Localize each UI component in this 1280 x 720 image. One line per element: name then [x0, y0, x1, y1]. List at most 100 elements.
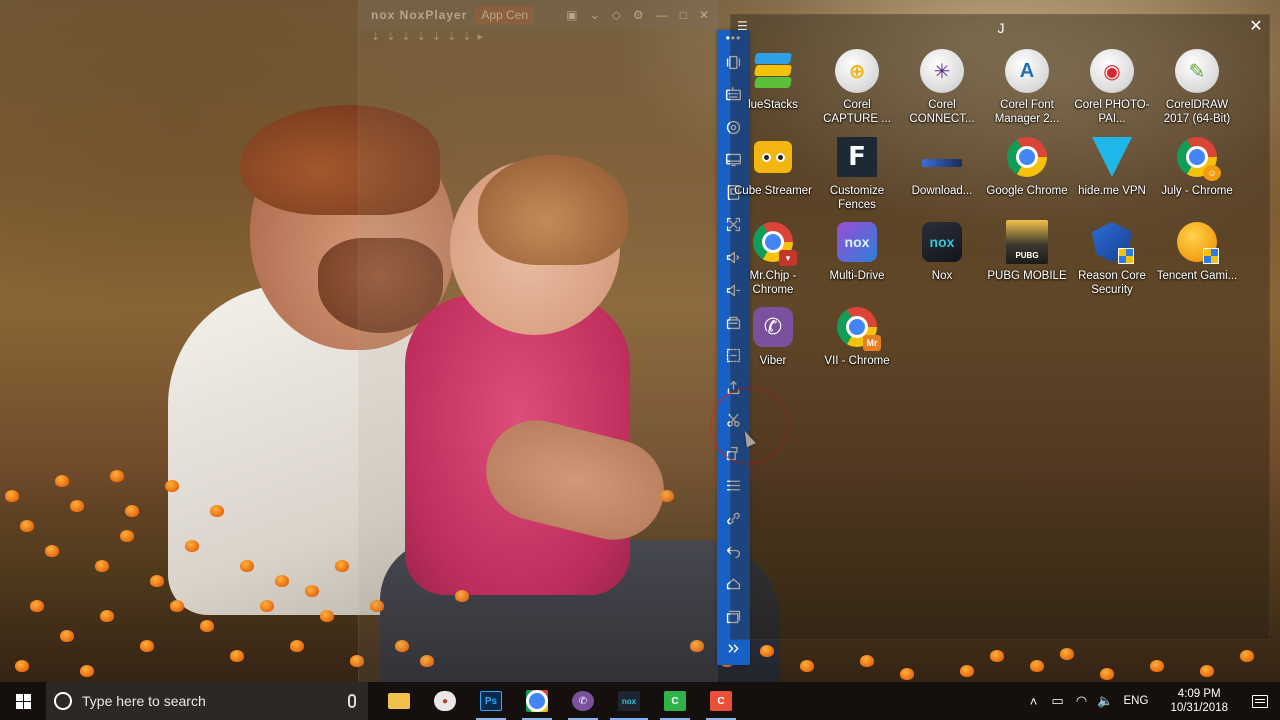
desktop-shortcut[interactable]: Cube Streamer [731, 135, 815, 198]
poppy-flower [110, 470, 124, 482]
chrome-taskbar-icon [526, 690, 548, 712]
poppy-flower [335, 560, 349, 572]
taskbar-camtasia-editor[interactable]: C [698, 682, 744, 720]
noxplayer-ctrl-1[interactable]: ⌄ [590, 8, 600, 22]
desktop-shortcut[interactable]: ✎ CorelDRAW 2017 (64-Bit) [1155, 49, 1239, 126]
poppy-flower [1100, 668, 1114, 680]
taskbar-file-explorer[interactable] [376, 682, 422, 720]
noxplayer-ctrl-3[interactable]: ⚙ [633, 8, 644, 22]
nox-icon: nox [920, 220, 964, 264]
action-center-button[interactable] [1240, 682, 1280, 720]
shortcut-label: Tencent Gami... [1156, 270, 1238, 282]
noxplayer-minimize[interactable]: — [656, 8, 668, 22]
shortcut-label: Customize Fences [829, 185, 885, 211]
volume-icon[interactable]: 🔈 [1094, 682, 1118, 720]
poppy-flower [200, 620, 214, 632]
desktop-shortcut[interactable]: Download... [900, 135, 984, 198]
taskbar-search-box[interactable]: Type here to search [46, 682, 368, 720]
desktop-shortcut[interactable]: hide.me VPN [1070, 135, 1154, 198]
fences-glyph: F [837, 137, 877, 177]
poppy-flower [230, 650, 244, 662]
taskbar-camtasia-recorder[interactable]: C [652, 682, 698, 720]
taskbar-chrome[interactable] [514, 682, 560, 720]
viber-icon: ✆ [751, 305, 795, 349]
corel-connect-icon: ✳ [920, 49, 964, 93]
mr-badge: Mr [863, 335, 881, 351]
language-indicator[interactable]: ENG [1118, 695, 1159, 707]
desktop-shortcut[interactable]: Google Chrome [985, 135, 1069, 198]
chrome-profile-icon: Mr [835, 305, 881, 351]
desktop-shortcut[interactable]: Tencent Gami... [1155, 220, 1239, 283]
clock[interactable]: 4:09 PM 10/31/2018 [1158, 687, 1240, 715]
notification-icon [1252, 694, 1268, 708]
folder-titlebar[interactable]: ☰ J ✕ [731, 15, 1271, 41]
taskbar-photoshop[interactable]: Ps [468, 682, 514, 720]
poppy-flower [60, 630, 74, 642]
poppy-flower [30, 600, 44, 612]
corel-photo-paint-icon: ◉ [1090, 49, 1134, 93]
noxplayer-ctrl-2[interactable]: ◇ [612, 8, 621, 22]
poppy-flower [55, 475, 69, 487]
windows-logo-icon [15, 693, 31, 709]
noxplayer-window-ghost: nox NoxPlayer App Cen ▣ ⌄ ◇ ⚙ — □ ✕ ⇣⇣⇣⇣… [358, 0, 719, 682]
shortcut-label: Corel CONNECT... [909, 99, 975, 125]
desktop-shortcut[interactable]: Mr VII - Chrome [815, 305, 899, 368]
taskbar-cloud-app[interactable]: ● [422, 682, 468, 720]
shortcut-label: lueStacks [748, 99, 798, 111]
desktop-shortcut[interactable]: ✆ Viber [731, 305, 815, 368]
desktop-shortcut[interactable]: lueStacks [731, 49, 815, 112]
noxplayer-close[interactable]: ✕ [699, 8, 709, 22]
desktop-shortcut[interactable]: PUBG PUBG MOBILE [985, 220, 1069, 283]
poppy-flower [305, 585, 319, 597]
taskbar-viber[interactable]: ✆ [560, 682, 606, 720]
noxplayer-maximize[interactable]: □ [680, 8, 687, 22]
taskbar-nox[interactable]: nox [606, 682, 652, 720]
desktop-shortcut[interactable]: nox Multi-Drive [815, 220, 899, 283]
wifi-icon[interactable]: ◠ [1070, 682, 1094, 720]
shortcut-label: CorelDRAW 2017 (64-Bit) [1163, 99, 1231, 125]
desktop-shortcut[interactable]: A Corel Font Manager 2... [985, 49, 1069, 126]
microphone-icon[interactable] [348, 694, 356, 708]
desktop-folder-window: ☰ J ✕ lueStacks ⊕ Corel CAPTURE ... ✳ Co… [730, 14, 1270, 640]
shortcut-label: Mr.Chjp - Chrome [749, 270, 797, 296]
bluestacks-icon [751, 49, 795, 93]
shortcut-label: hide.me VPN [1078, 185, 1146, 197]
poppy-flower [800, 660, 814, 672]
folder-close-button[interactable]: ✕ [1247, 18, 1265, 36]
desktop-shortcut[interactable]: ▾ Mr.Chjp - Chrome [731, 220, 815, 297]
poppy-flower [960, 665, 974, 677]
windows-taskbar: Type here to search ● Ps ✆ nox C C ˄ ▭ ◠ [0, 682, 1280, 720]
desktop-shortcut[interactable]: F Customize Fences [815, 135, 899, 212]
noxplayer-ctrl-0[interactable]: ▣ [566, 8, 577, 22]
desktop-shortcut[interactable]: ◉ Corel PHOTO-PAI... [1070, 49, 1154, 126]
fences-icon: F [835, 135, 879, 179]
desktop-shortcut[interactable]: ⊕ Corel CAPTURE ... [815, 49, 899, 126]
nox-glyph: nox [922, 222, 962, 262]
battery-icon[interactable]: ▭ [1046, 682, 1070, 720]
shortcut-label: Cube Streamer [734, 185, 812, 197]
system-tray: ˄ ▭ ◠ 🔈 ENG 4:09 PM 10/31/2018 [1022, 682, 1280, 720]
tray-overflow-chevron-icon[interactable]: ˄ [1022, 682, 1046, 720]
desktop-shortcut[interactable]: ☺ July - Chrome [1155, 135, 1239, 198]
cube-streamer-icon [751, 135, 795, 179]
poppy-flower [100, 610, 114, 622]
noxplayer-app-center-tab[interactable]: App Cen [475, 6, 535, 24]
poppy-flower [260, 600, 274, 612]
camtasia-green-icon: C [664, 691, 686, 711]
desktop-shortcut[interactable]: Reason Core Security [1070, 220, 1154, 297]
chrome-icon [1005, 135, 1049, 179]
shortcut-label: Download... [911, 185, 973, 197]
noxplayer-shortcut-row: ⇣⇣⇣⇣⇣⇣⇣▸ [371, 31, 490, 43]
shortcut-label: Corel Font Manager 2... [994, 99, 1060, 125]
shortcut-label: Google Chrome [986, 185, 1068, 197]
desktop-shortcut[interactable]: nox Nox [900, 220, 984, 283]
start-button[interactable] [0, 682, 46, 720]
tencent-gaming-icon [1175, 220, 1219, 264]
chrome-profile-icon: ☺ [1175, 135, 1221, 181]
font-manager-glyph: A [1005, 49, 1049, 93]
search-placeholder: Type here to search [82, 693, 206, 709]
shortcut-label: Corel PHOTO-PAI... [1074, 99, 1150, 125]
desktop-shortcut[interactable]: ✳ Corel CONNECT... [900, 49, 984, 126]
reason-core-icon [1090, 220, 1134, 264]
poppy-flower [1030, 660, 1044, 672]
